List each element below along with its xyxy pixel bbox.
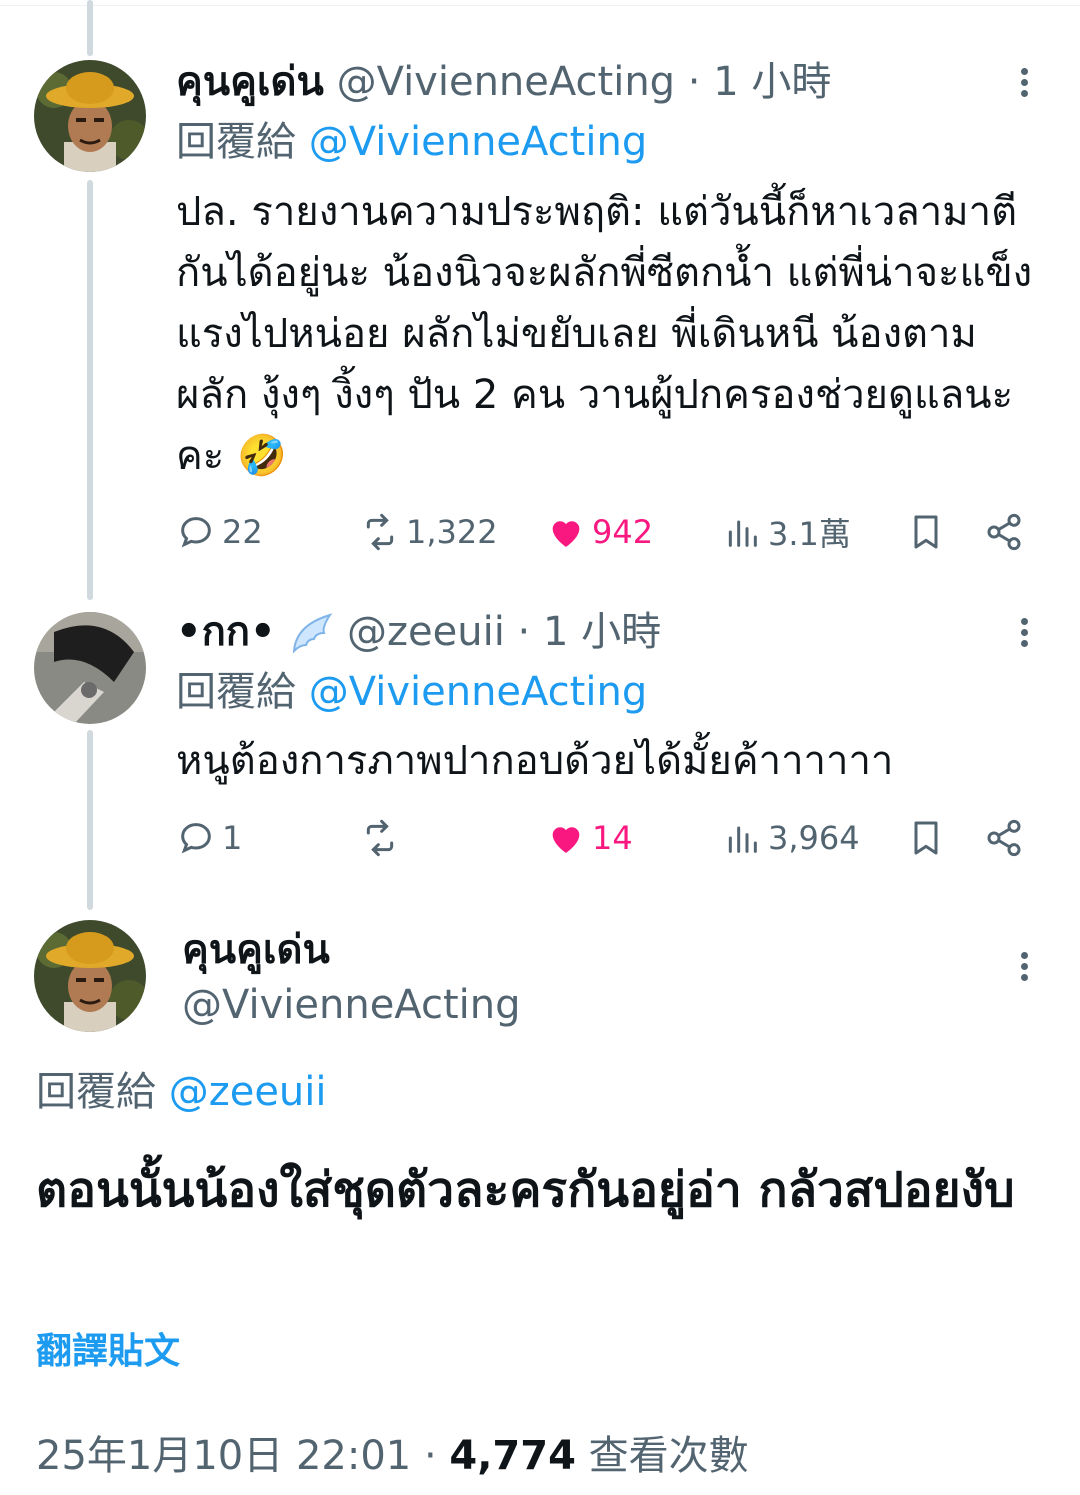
reply-button[interactable]: 22 xyxy=(176,510,263,554)
display-name[interactable]: คุนคูเด่น xyxy=(182,925,330,975)
reply-icon xyxy=(181,517,211,548)
tweet-header: คุนคูเด่น @VivienneActing · 1 小時 xyxy=(176,56,831,108)
reply-count: 1 xyxy=(222,819,243,857)
share-icon xyxy=(987,819,1021,857)
reply-to-line: 回覆給 @zeeuii xyxy=(36,1066,327,1118)
reply-label: 回覆給 xyxy=(36,1069,156,1115)
more-options-icon[interactable] xyxy=(1016,614,1032,654)
heart-icon xyxy=(552,521,580,547)
tweet-text: ตอนนั้นน้องใส่ชุดตัวละครกันอยู่อ่า กลัวส… xyxy=(36,1162,1015,1218)
reply-to-handle[interactable]: @VivienneActing xyxy=(309,669,648,715)
tweet-meta: 25年1月10日 22:01 · 4,774 查看次數 xyxy=(36,1428,749,1484)
reply-icon xyxy=(181,823,211,854)
bookmark-button[interactable] xyxy=(906,510,946,554)
top-divider xyxy=(0,0,1080,6)
share-button[interactable] xyxy=(984,510,1024,554)
more-options-icon[interactable] xyxy=(1016,948,1032,988)
handle[interactable]: @VivienneActing xyxy=(182,980,521,1030)
like-button[interactable]: 14 xyxy=(546,816,633,860)
tweet-text: หนูต้องการภาพปากอบด้วยได้มั้ยค้าาาาาา xyxy=(176,731,1036,792)
reply-to-handle[interactable]: @zeeuii xyxy=(169,1069,327,1115)
views-count: 3.1萬 xyxy=(768,515,851,553)
reply-label: 回覆給 xyxy=(176,669,296,715)
display-name[interactable]: •กก• xyxy=(176,609,276,655)
tweet-actions: 22 1,322 942 3.1萬 xyxy=(176,510,1036,554)
reply-to-line: 回覆給 @VivienneActing xyxy=(176,666,647,718)
wing-icon xyxy=(288,611,334,657)
reply-button[interactable]: 1 xyxy=(176,816,242,860)
thread-line xyxy=(87,180,93,600)
bookmark-button[interactable] xyxy=(906,816,946,860)
view-count: 4,774 xyxy=(449,1433,576,1479)
views-count: 3,964 xyxy=(768,819,860,857)
avatar[interactable] xyxy=(34,612,146,724)
tweet-text-content: หนูต้องการภาพปากอบด้วยได้มั้ยค้าาาาาา xyxy=(176,738,894,784)
view-count-label: 查看次數 xyxy=(588,1433,749,1479)
translate-post-link[interactable]: 翻譯貼文 xyxy=(36,1328,180,1376)
rofl-emoji: 🤣 xyxy=(236,433,287,479)
tweet-text-content: ปล. รายงานความประพฤติ: แต่วันนี้ก็หาเวลา… xyxy=(176,189,1033,479)
like-count: 14 xyxy=(592,819,633,857)
repost-button[interactable] xyxy=(360,816,406,860)
separator: · xyxy=(423,1433,437,1479)
more-options-icon[interactable] xyxy=(1016,64,1032,104)
separator: · xyxy=(517,609,531,655)
reply-to-line: 回覆給 @VivienneActing xyxy=(176,116,647,168)
repost-icon xyxy=(366,819,394,857)
like-button[interactable]: 942 xyxy=(546,510,653,554)
post-date[interactable]: 25年1月10日 22:01 xyxy=(36,1433,411,1479)
timestamp[interactable]: 1 小時 xyxy=(543,609,661,655)
share-icon xyxy=(987,513,1021,551)
tweet-header: •กก• @zeeuii · 1 小時 xyxy=(176,606,661,658)
repost-count: 1,322 xyxy=(406,513,498,551)
share-button[interactable] xyxy=(984,816,1024,860)
handle[interactable]: @VivienneActing xyxy=(337,59,676,105)
views-button[interactable]: 3.1萬 xyxy=(722,510,851,554)
thread-line xyxy=(87,0,93,56)
avatar[interactable] xyxy=(34,920,146,1032)
handle[interactable]: @zeeuii xyxy=(347,609,505,655)
display-name[interactable]: คุนคูเด่น xyxy=(176,59,324,105)
bookmark-icon xyxy=(914,821,938,855)
separator: · xyxy=(687,59,701,105)
views-icon xyxy=(728,520,757,547)
repost-icon xyxy=(366,513,394,551)
repost-button[interactable]: 1,322 xyxy=(360,510,498,554)
thread-line xyxy=(87,730,93,910)
reply-label: 回覆給 xyxy=(176,119,296,165)
timestamp[interactable]: 1 小時 xyxy=(713,59,831,105)
reply-to-handle[interactable]: @VivienneActing xyxy=(309,119,648,165)
reply-count: 22 xyxy=(222,513,263,551)
avatar[interactable] xyxy=(34,60,146,172)
heart-icon xyxy=(552,827,580,853)
tweet-actions: 1 14 3,964 xyxy=(176,816,1036,860)
views-icon xyxy=(728,826,757,853)
like-count: 942 xyxy=(592,513,654,551)
views-button[interactable]: 3,964 xyxy=(722,816,860,860)
tweet-text: ปล. รายงานความประพฤติ: แต่วันนี้ก็หาเวลา… xyxy=(176,182,1036,487)
bookmark-icon xyxy=(914,515,938,549)
